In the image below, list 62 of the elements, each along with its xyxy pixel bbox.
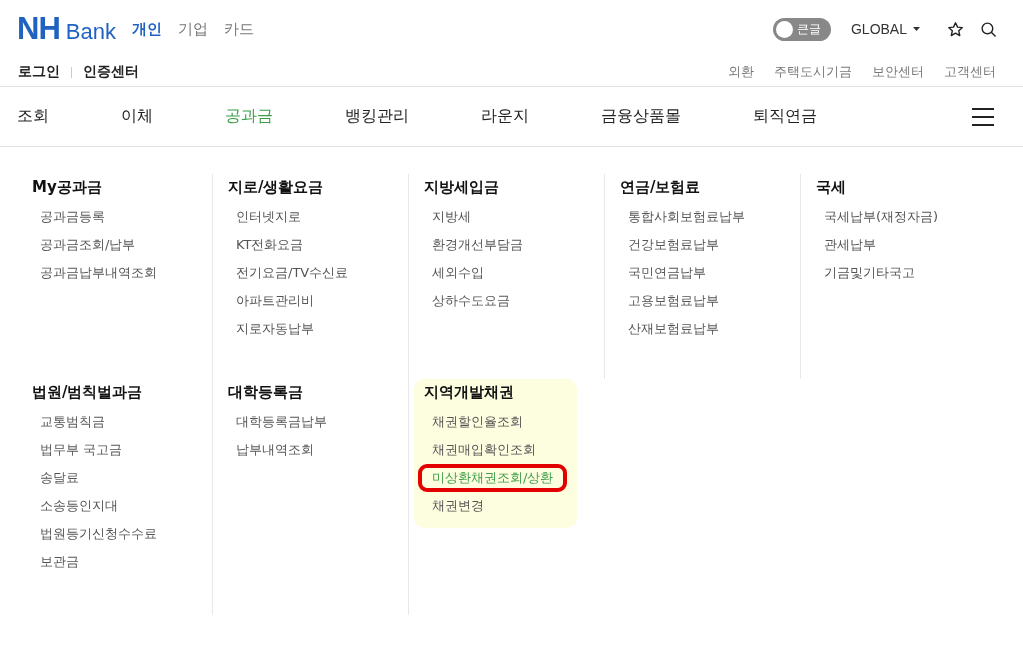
submenu-link[interactable]: 국민연금납부 [614, 259, 720, 287]
submenu-link[interactable]: 공과금납부내역조회 [26, 259, 171, 287]
submenu-link[interactable]: 소송등인지대 [26, 492, 132, 520]
submenu-link[interactable]: 인터넷지로 [222, 203, 315, 231]
submenu-link[interactable]: 지방세 [418, 203, 485, 231]
nav-menu-item[interactable]: 조회 [17, 106, 49, 127]
submenu-link[interactable]: 통합사회보험료납부 [614, 203, 759, 231]
submenu-link[interactable]: 세외수입 [418, 259, 498, 287]
star-icon[interactable] [947, 20, 964, 38]
submenu-link[interactable]: 지로자동납부 [222, 315, 328, 343]
nh-bank-logo[interactable]: NH Bank [17, 11, 116, 47]
submenu-link[interactable]: 건강보험료납부 [614, 231, 733, 259]
nav-menu-item[interactable]: 라운지 [481, 106, 529, 127]
account-link[interactable]: 인증센터 [83, 63, 139, 81]
submenu-link[interactable]: 법무부 국고금 [26, 436, 137, 464]
submenu-link[interactable]: 채권할인율조회 [418, 408, 537, 436]
submenu-link[interactable]: 법원등기신청수수료 [26, 520, 171, 548]
nav-menu-item[interactable]: 퇴직연금 [753, 106, 817, 127]
menu-group-title: 지역개발채권 [424, 383, 515, 402]
nav-menu-item[interactable]: 공과금 [225, 106, 273, 127]
submenu-link[interactable]: 채권매입확인조회 [418, 436, 550, 464]
submenu-link[interactable]: 공과금조회/납부 [26, 231, 150, 259]
submenu-link[interactable]: 공과금등록 [26, 203, 119, 231]
caret-icon [913, 27, 920, 31]
submenu-link[interactable]: 전기요금/TV수신료 [222, 259, 363, 287]
search-icon[interactable] [980, 20, 997, 38]
global-dropdown[interactable]: GLOBAL [850, 21, 920, 37]
utility-link[interactable]: 고객센터 [944, 63, 996, 81]
submenu-link[interactable]: 고용보험료납부 [614, 287, 733, 315]
submenu-link[interactable]: 관세납부 [810, 231, 890, 259]
submenu-link[interactable]: 기금및기타국고 [810, 259, 929, 287]
account-link[interactable]: 로그인 [18, 63, 60, 81]
menu-group-title: 연금/보험료 [620, 178, 702, 197]
menu-group-title: 지방세입금 [424, 178, 500, 197]
menu-group-title: 법원/범칙벌과금 [32, 383, 144, 402]
submenu-link[interactable]: KT전화요금 [222, 231, 318, 259]
submenu-link[interactable]: 환경개선부담금 [418, 231, 537, 259]
submenu-link[interactable]: 상하수도요금 [418, 287, 524, 315]
segment-tab[interactable]: 기업 [177, 19, 208, 39]
menu-group-title: 대학등록금 [228, 383, 304, 402]
submenu-link[interactable]: 대학등록금납부 [222, 408, 341, 436]
menu-group-title: 지로/생활요금 [228, 178, 325, 197]
menu-group-title: My공과금 [32, 178, 103, 197]
menu-group-title: 국세 [816, 178, 847, 197]
utility-link[interactable]: 보안센터 [872, 63, 924, 81]
submenu-link[interactable]: 채권변경 [418, 492, 498, 520]
submenu-link[interactable]: 납부내역조회 [222, 436, 328, 464]
utility-link[interactable]: 주택도시기금 [774, 63, 852, 81]
submenu-link[interactable]: 아파트관리비 [222, 287, 328, 315]
submenu-link[interactable]: 국세납부(재정자금) [810, 203, 953, 231]
nav-menu-item[interactable]: 뱅킹관리 [345, 106, 409, 127]
submenu-link[interactable]: 산재보험료납부 [614, 315, 733, 343]
utility-link[interactable]: 외환 [728, 63, 754, 81]
nav-menu-item[interactable]: 이체 [121, 106, 153, 127]
nav-menu-item[interactable]: 금융상품몰 [601, 106, 681, 127]
segment-tab[interactable]: 카드 [223, 19, 254, 39]
submenu-link[interactable]: 송달료 [26, 464, 93, 492]
submenu-link[interactable]: 교통범칙금 [26, 408, 119, 436]
submenu-link[interactable]: 보관금 [26, 548, 93, 576]
menu-icon[interactable] [972, 107, 994, 126]
segment-tab[interactable]: 개인 [131, 19, 162, 39]
large-font-toggle[interactable]: 큰글 [772, 17, 831, 41]
